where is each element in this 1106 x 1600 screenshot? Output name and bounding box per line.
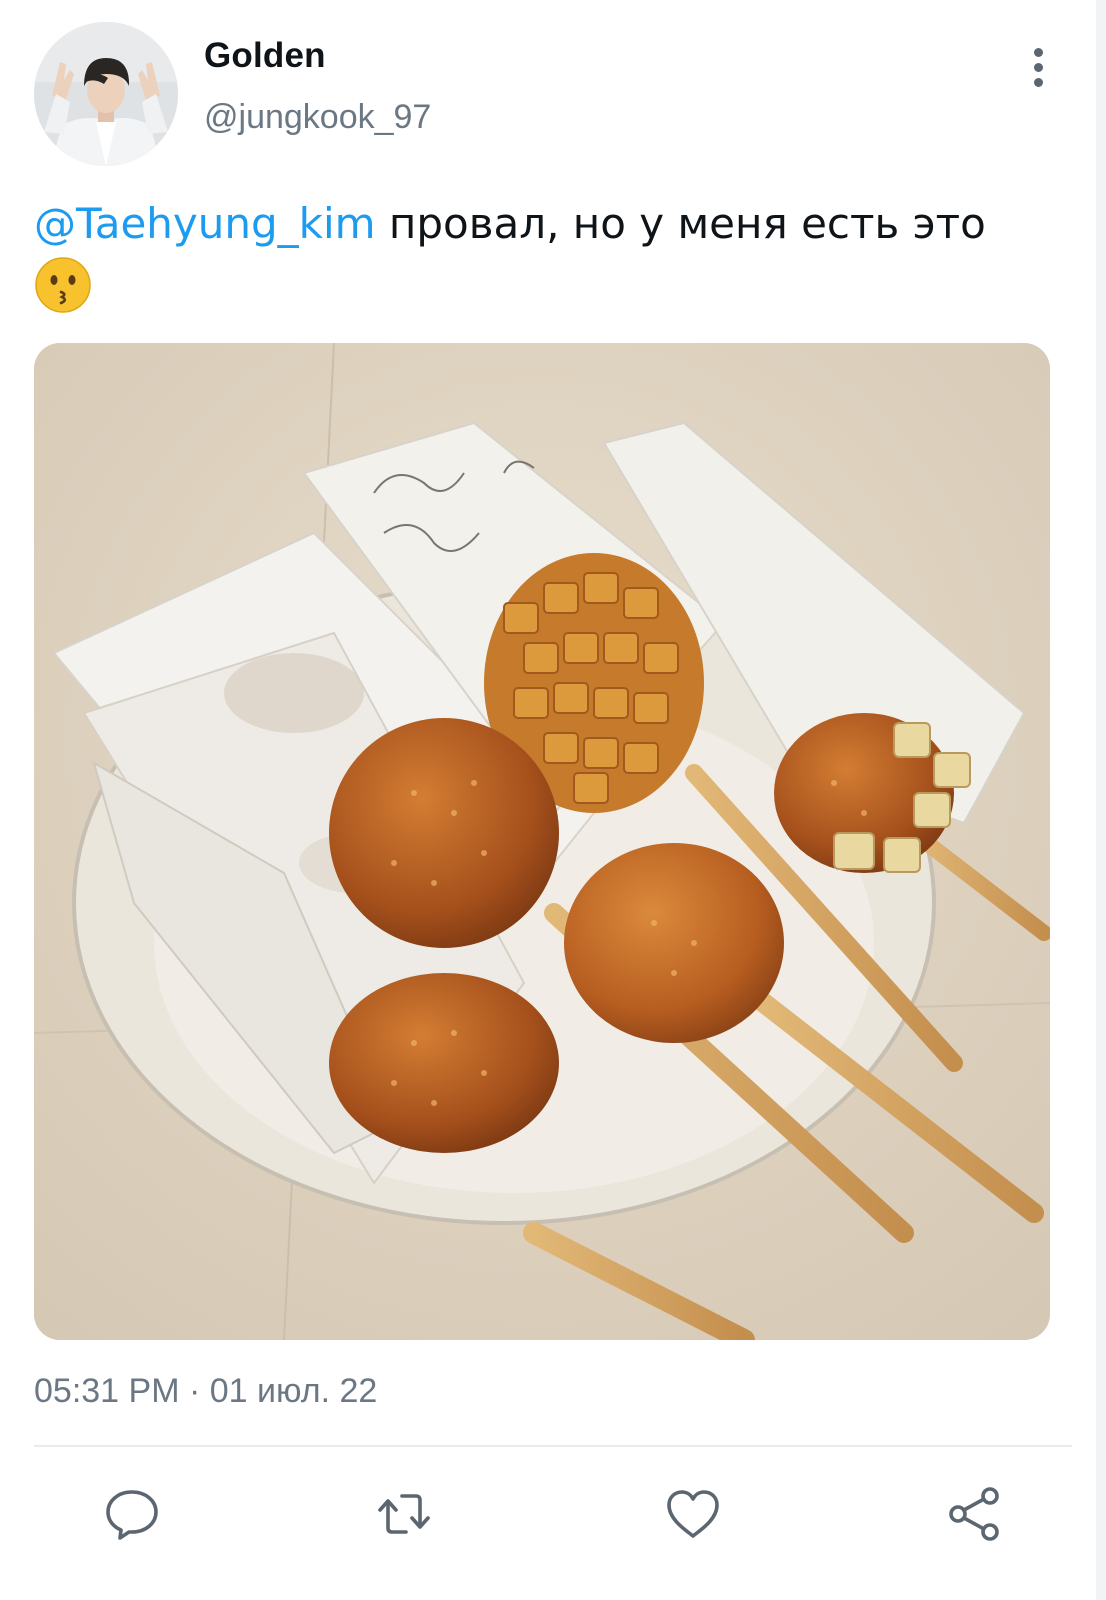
tweet-photo[interactable] [34,343,1050,1340]
tweet-text: @Taehyung_kim провал, но у меня есть это [34,196,1074,328]
heart-icon [667,1490,719,1538]
display-name[interactable]: Golden [204,36,326,76]
more-dot-icon [1033,48,1043,57]
reply-button[interactable] [102,1484,162,1544]
retweet-arrows-icon [378,1494,430,1534]
share-button[interactable] [944,1484,1004,1544]
more-dot-icon [1033,63,1043,72]
mention-link[interactable]: @Taehyung_kim [34,199,376,248]
like-button[interactable] [663,1484,723,1544]
retweet-button[interactable] [374,1484,434,1544]
more-options-button[interactable] [1026,48,1050,94]
tweet-body: провал, но у меня есть это [375,199,986,248]
more-dot-icon [1033,78,1043,87]
kissing-face-emoji [34,256,92,328]
user-handle[interactable]: @jungkook_97 [204,98,431,137]
speech-bubble-icon [106,1490,158,1540]
divider [34,1445,1072,1447]
tweet-timestamp: 05:31 PM · 01 июл. 22 [34,1372,378,1410]
share-nodes-icon [949,1487,999,1541]
avatar[interactable] [34,22,178,166]
screen-edge [1096,0,1106,1600]
